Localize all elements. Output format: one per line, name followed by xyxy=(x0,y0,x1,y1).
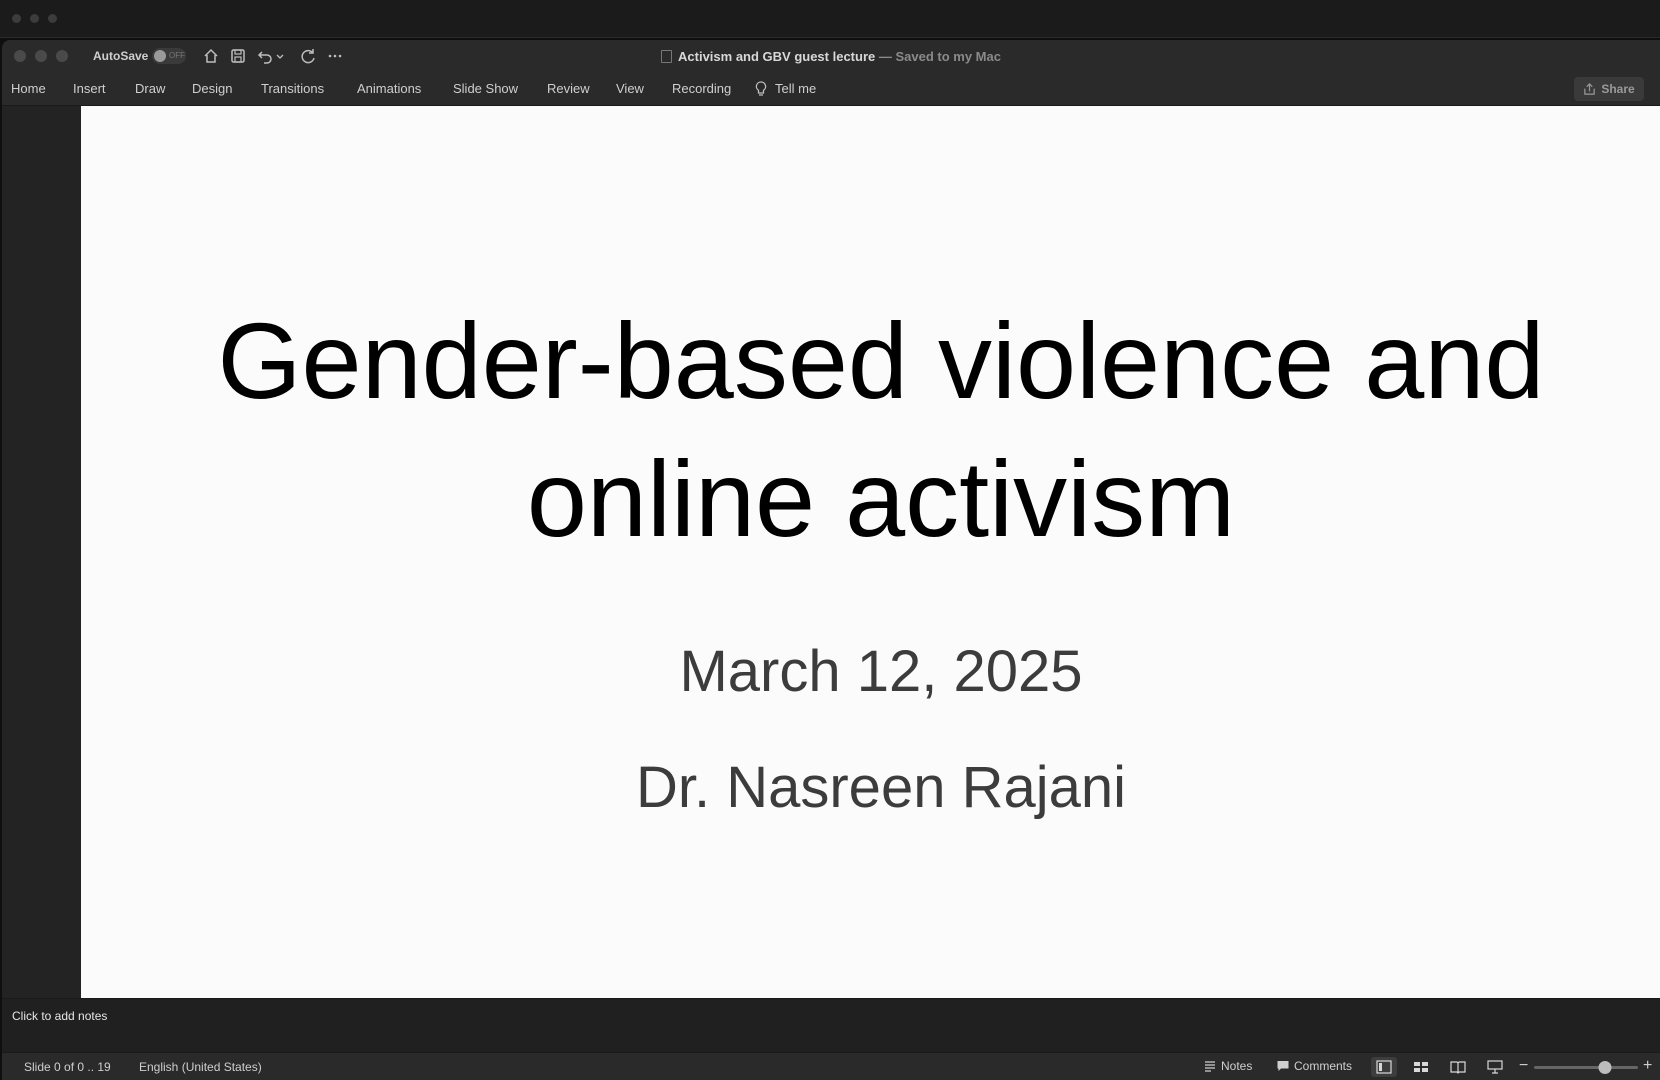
language-indicator[interactable]: English (United States) xyxy=(139,1060,262,1074)
document-title: Activism and GBV guest lecture — Saved t… xyxy=(2,49,1660,64)
autosave-toggle[interactable]: OFF xyxy=(152,48,186,64)
reading-view-button[interactable] xyxy=(1445,1057,1471,1077)
tab-review[interactable]: Review xyxy=(547,81,590,96)
slide-canvas[interactable]: Gender-based violence and online activis… xyxy=(81,106,1660,998)
tell-me-search[interactable]: Tell me xyxy=(775,81,816,96)
normal-view-icon xyxy=(1376,1060,1392,1074)
save-status: — Saved to my Mac xyxy=(875,49,1001,64)
tab-design[interactable]: Design xyxy=(192,81,232,96)
powerpoint-window: AutoSave OFF Activism and GBV guest lect… xyxy=(2,40,1660,1080)
tab-draw[interactable]: Draw xyxy=(135,81,165,96)
reading-view-icon xyxy=(1450,1061,1466,1074)
zoom-in-button[interactable]: + xyxy=(1643,1057,1652,1075)
slide-subtitle-date[interactable]: March 12, 2025 xyxy=(81,638,1660,705)
document-icon xyxy=(661,50,673,63)
autosave-label: AutoSave xyxy=(93,49,149,63)
tab-transitions[interactable]: Transitions xyxy=(261,81,324,96)
lightbulb-icon[interactable] xyxy=(754,80,768,98)
comments-button[interactable]: Comments xyxy=(1276,1059,1352,1073)
more-icon[interactable] xyxy=(325,46,345,66)
notes-pane[interactable]: Click to add notes xyxy=(2,998,1660,1052)
zoom-window-button[interactable] xyxy=(56,50,68,62)
tab-slide-show[interactable]: Slide Show xyxy=(453,81,518,96)
window-dot xyxy=(12,14,21,23)
undo-icon[interactable] xyxy=(256,46,276,66)
normal-view-button[interactable] xyxy=(1371,1057,1397,1077)
slide-title-line-2: online activism xyxy=(526,438,1236,559)
slide-show-view-button[interactable] xyxy=(1482,1057,1508,1077)
background-window-bar xyxy=(0,0,1660,38)
zoom-slider-knob[interactable] xyxy=(1598,1061,1612,1074)
tab-home[interactable]: Home xyxy=(11,81,46,96)
share-button[interactable]: Share xyxy=(1574,77,1644,101)
tab-animations[interactable]: Animations xyxy=(357,81,421,96)
zoom-out-button[interactable]: − xyxy=(1519,1057,1528,1075)
slide-sorter-icon xyxy=(1414,1062,1428,1072)
share-label: Share xyxy=(1601,82,1635,96)
tab-insert[interactable]: Insert xyxy=(73,81,106,96)
slide-sorter-view-button[interactable] xyxy=(1408,1057,1434,1077)
redo-icon[interactable] xyxy=(298,46,318,66)
window-controls xyxy=(14,50,68,62)
background-window-controls xyxy=(12,14,57,23)
tab-view[interactable]: View xyxy=(616,81,644,96)
slide-counter: Slide 0 of 0 .. 19 xyxy=(24,1060,111,1074)
save-icon[interactable] xyxy=(228,46,248,66)
comment-icon xyxy=(1277,1061,1289,1071)
slide-subtitle-author[interactable]: Dr. Nasreen Rajani xyxy=(81,754,1660,821)
ribbon-tab-bar: Home Insert Draw Design Transitions Anim… xyxy=(2,72,1660,106)
slide-title[interactable]: Gender-based violence and online activis… xyxy=(81,292,1660,568)
autosave-state: OFF xyxy=(169,51,185,60)
minimize-window-button[interactable] xyxy=(35,50,47,62)
share-icon xyxy=(1584,82,1596,95)
window-dot xyxy=(48,14,57,23)
undo-dropdown-chevron-icon[interactable] xyxy=(274,46,286,66)
notes-placeholder[interactable]: Click to add notes xyxy=(12,1009,107,1023)
comments-label: Comments xyxy=(1294,1059,1353,1073)
close-window-button[interactable] xyxy=(14,50,26,62)
window-dot xyxy=(30,14,39,23)
tab-recording[interactable]: Recording xyxy=(672,81,731,96)
presentation-icon xyxy=(1487,1060,1503,1074)
notes-icon xyxy=(1205,1061,1215,1072)
toggle-knob xyxy=(154,50,166,62)
slide-thumbnail-pane[interactable] xyxy=(2,106,80,1002)
notes-button[interactable]: Notes xyxy=(1203,1059,1252,1073)
home-icon[interactable] xyxy=(201,46,221,66)
notes-label: Notes xyxy=(1221,1059,1253,1073)
status-bar: Slide 0 of 0 .. 19 English (United State… xyxy=(2,1052,1660,1080)
zoom-slider[interactable] xyxy=(1534,1061,1638,1074)
document-name[interactable]: Activism and GBV guest lecture xyxy=(678,49,875,64)
title-bar: AutoSave OFF Activism and GBV guest lect… xyxy=(2,40,1660,72)
slide-title-line-1: Gender-based violence and xyxy=(217,300,1545,421)
